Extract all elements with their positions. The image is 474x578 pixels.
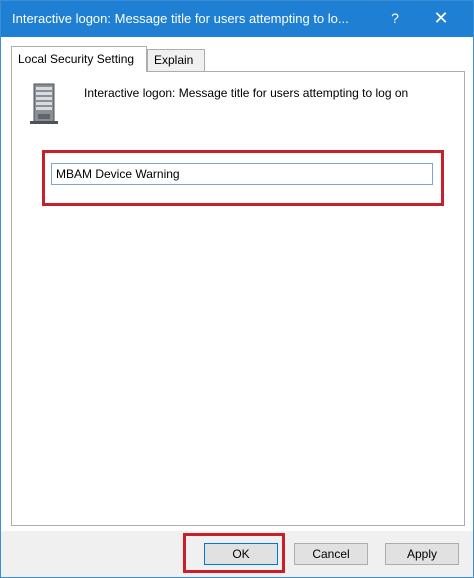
message-title-input[interactable] bbox=[51, 163, 433, 185]
server-icon bbox=[30, 83, 58, 124]
apply-button[interactable]: Apply bbox=[385, 543, 459, 565]
tab-explain[interactable]: Explain bbox=[147, 49, 205, 71]
window-title: Interactive logon: Message title for use… bbox=[12, 11, 349, 26]
tab-local-security-setting[interactable]: Local Security Setting bbox=[11, 46, 147, 72]
local-security-setting-dialog: Interactive logon: Message title for use… bbox=[0, 0, 474, 578]
settings-panel: Interactive logon: Message title for use… bbox=[11, 71, 465, 526]
close-button[interactable]: ✕ bbox=[415, 1, 467, 37]
ok-highlight-box bbox=[183, 533, 285, 573]
cancel-button[interactable]: Cancel bbox=[294, 543, 368, 565]
help-button[interactable]: ? bbox=[377, 1, 413, 37]
title-bar[interactable]: Interactive logon: Message title for use… bbox=[1, 1, 473, 37]
policy-title: Interactive logon: Message title for use… bbox=[84, 86, 409, 100]
input-highlight-box bbox=[42, 150, 444, 206]
